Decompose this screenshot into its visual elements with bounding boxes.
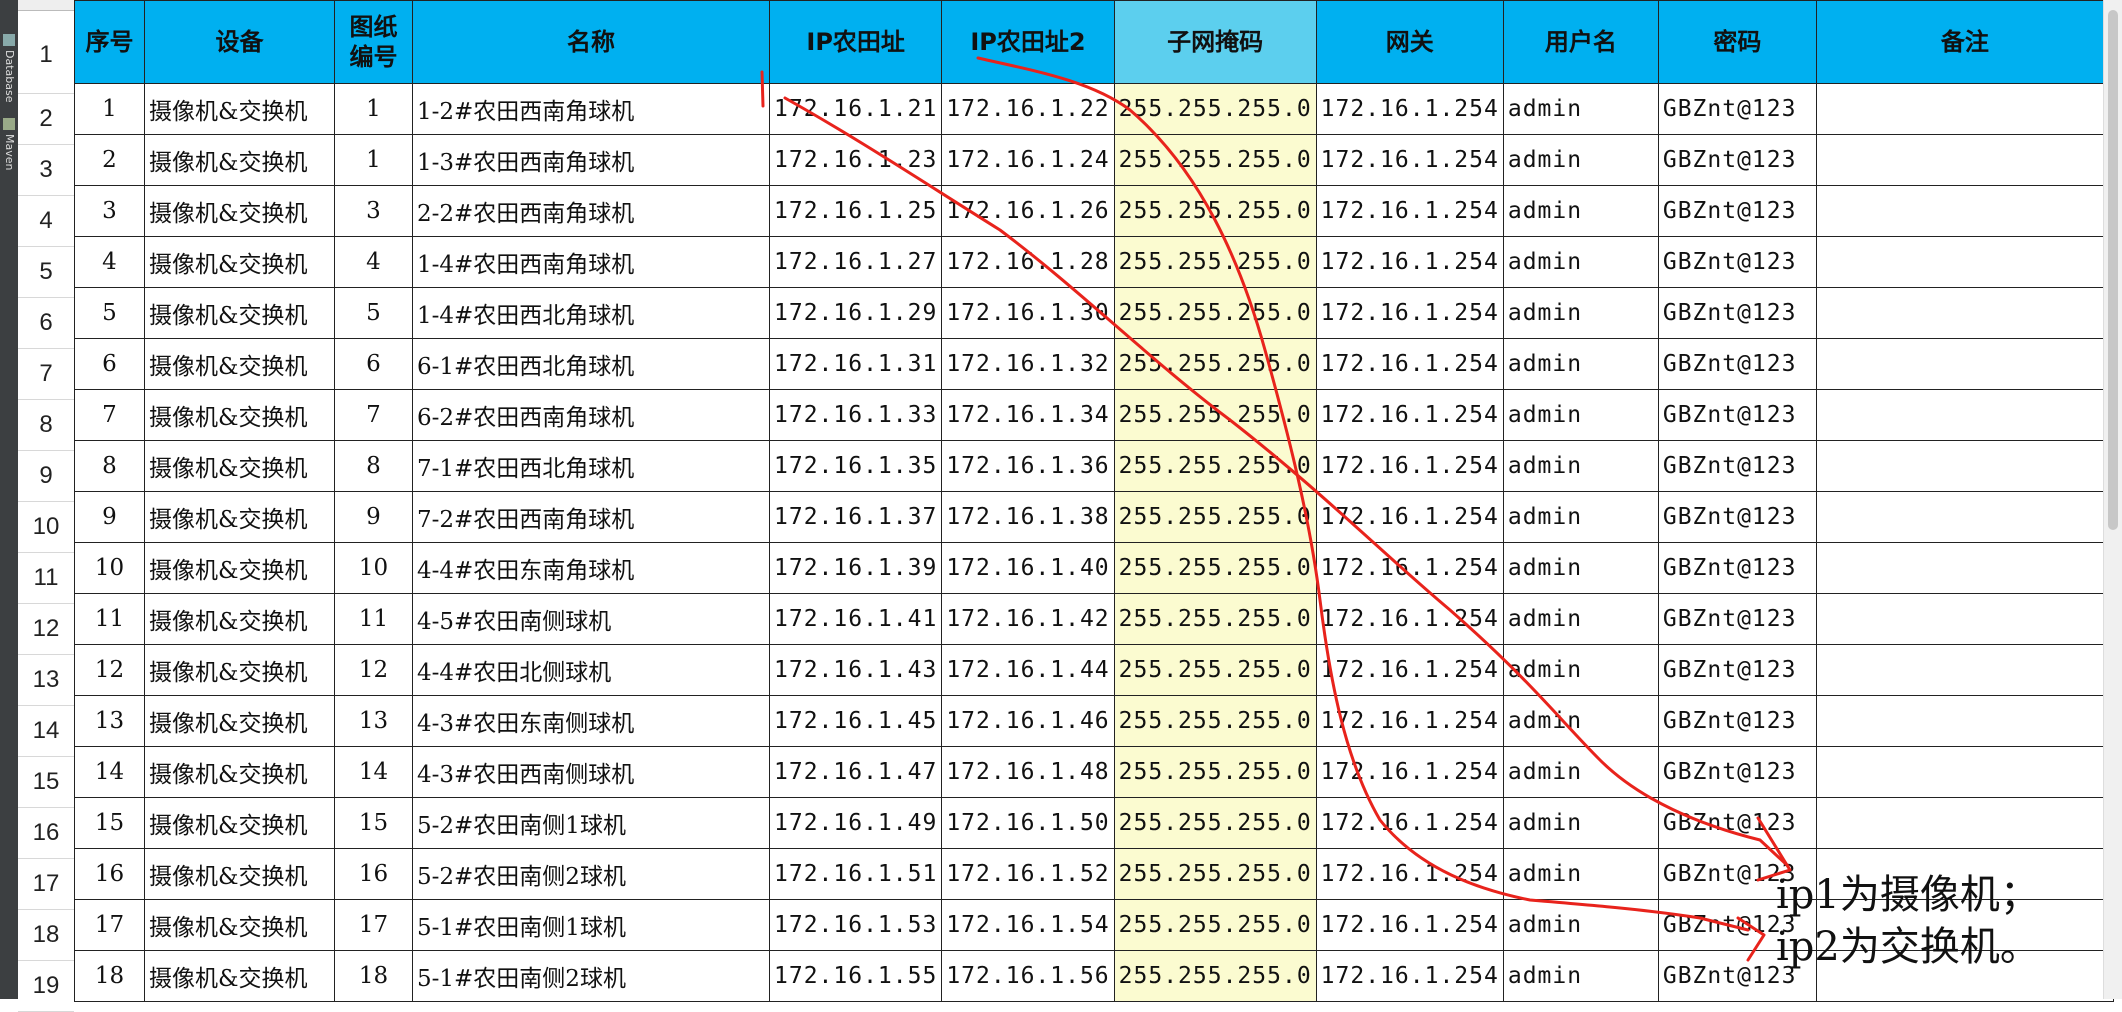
red-pen-annotation [760, 56, 1792, 962]
annotation-line-ip1: ip1为摄像机； [1776, 872, 2040, 918]
annotation-line-ip2: ip2为交换机。 [1776, 924, 2040, 970]
